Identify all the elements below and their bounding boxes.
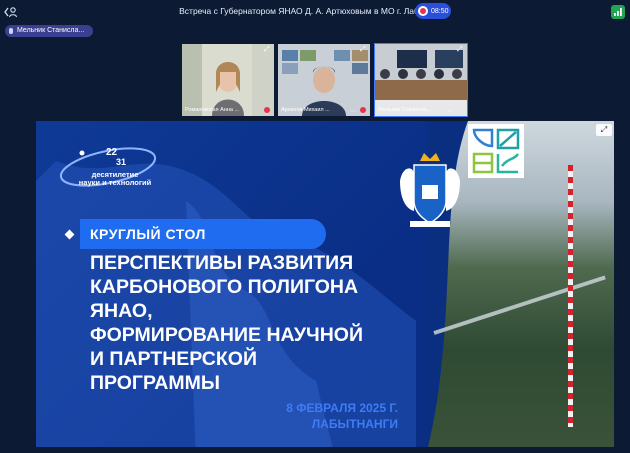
expand-icon[interactable]: ⤢ <box>457 46 464 53</box>
participant-tile[interactable]: ⤢ Арханов Михаил ... ⋯ <box>278 44 370 116</box>
signal-icon <box>614 8 622 16</box>
mic-muted-icon <box>264 107 270 113</box>
headline-line: ПРОГРАММЫ <box>90 372 220 394</box>
decade-caption: десятилетие науки и технологий <box>60 171 170 187</box>
brand-logo <box>468 124 524 178</box>
back-user-icon[interactable] <box>4 5 18 19</box>
signal-button[interactable] <box>611 5 625 19</box>
expand-icon[interactable]: ⤢ <box>360 46 367 53</box>
current-user-chip[interactable]: Мельник Станисла... <box>5 25 93 37</box>
fullscreen-icon[interactable]: ⤢ <box>596 124 612 136</box>
participant-name: Романовская Анна ... <box>185 107 240 113</box>
headline-line: ЯНАО, <box>90 300 153 322</box>
back-user-icon-graphic <box>4 7 18 18</box>
headline-line: И ПАРТНЕРСКОЙ <box>90 348 257 370</box>
slide-headline: ПЕРСПЕКТИВЫ РАЗВИТИЯ КАРБОНОВОГО ПОЛИГОН… <box>90 251 440 395</box>
participant-name: Арханов Михаил ... <box>281 107 330 113</box>
more-options-icon[interactable]: ⋯ <box>447 108 453 115</box>
headline-line: ПЕРСПЕКТИВЫ РАЗВИТИЯ <box>90 252 354 274</box>
section-label: КРУГЛЫЙ СТОЛ <box>90 226 206 242</box>
radio-tower <box>568 165 573 427</box>
brand-logo-icon <box>468 124 524 178</box>
participant-tile-active[interactable]: ⤢ Мельник Станисла... ⋯ <box>374 43 468 117</box>
microphone-icon <box>9 28 13 34</box>
record-icon <box>418 6 428 16</box>
headline-line: ФОРМИРОВАНИЕ НАУЧНОЙ <box>90 324 363 346</box>
coat-of-arms-emblem <box>400 153 460 227</box>
shared-presentation: 22 31 десятилетие науки и технологий КРУ… <box>36 121 614 447</box>
headline-line: КАРБОНОВОГО ПОЛИГОНА <box>90 276 359 298</box>
event-city: ЛАБЫТНАНГИ <box>311 417 398 431</box>
participant-tile[interactable]: ⤢ Романовская Анна ... <box>182 44 274 116</box>
record-time: 08:50 <box>431 7 449 15</box>
more-options-icon[interactable]: ⋯ <box>350 108 356 115</box>
top-bar: Встреча с Губернатором ЯНАО Д. А. Артюхо… <box>0 0 630 24</box>
participant-name: Мельник Станисла... <box>378 107 431 113</box>
participant-video <box>278 44 370 116</box>
decade-subtitle: науки и технологий <box>78 178 152 187</box>
meeting-title: Встреча с Губернатором ЯНАО Д. А. Артюхо… <box>179 6 451 16</box>
mic-muted-icon <box>360 107 366 113</box>
current-user-name: Мельник Станисла... <box>17 27 85 34</box>
participant-video <box>182 44 274 116</box>
record-button[interactable]: 08:50 <box>415 3 451 19</box>
participant-video <box>375 44 467 116</box>
decade-number-b: 31 <box>116 157 127 167</box>
expand-icon[interactable]: ⤢ <box>264 46 271 53</box>
event-date: 8 ФЕВРАЛЯ 2025 Г. <box>286 401 398 415</box>
